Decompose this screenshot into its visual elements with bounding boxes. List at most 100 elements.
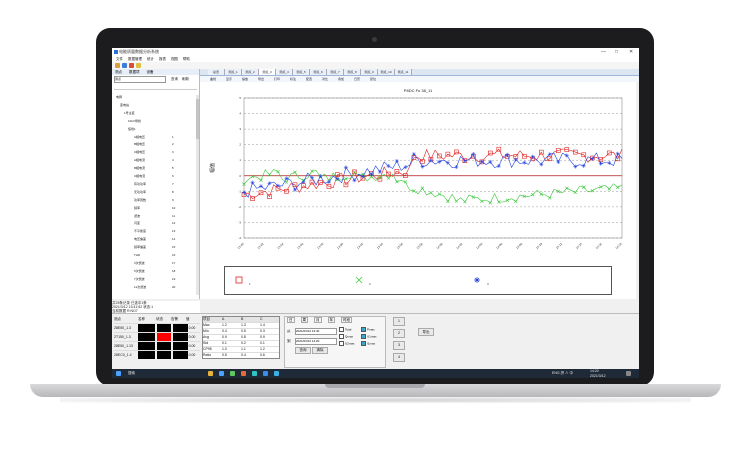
browser-icon[interactable] (219, 371, 224, 376)
close-button[interactable]: ✕ (629, 48, 633, 56)
tree-item[interactable]: THD (134, 253, 140, 258)
sidebar-query-button[interactable]: 查询 (171, 77, 178, 81)
tree-item[interactable]: A相电压 (134, 135, 145, 140)
checkbox[interactable] (339, 327, 344, 332)
check-row[interactable]: Pmax (361, 327, 375, 332)
side-button-2[interactable]: 3 (393, 341, 405, 350)
tree-item[interactable]: 有功功率 (134, 182, 146, 187)
tree-item[interactable]: 5次谐波 (134, 269, 145, 274)
tree-item[interactable]: 频率 (134, 206, 140, 211)
tree-item[interactable]: 谐波 (134, 214, 140, 219)
tree-item[interactable]: 无功功率 (134, 190, 146, 195)
tree-item[interactable]: B相电压 (134, 142, 145, 147)
checkbox[interactable] (361, 327, 366, 332)
tab-7[interactable]: 测点_7 (327, 69, 344, 75)
tab-9[interactable]: 测点_9 (361, 69, 378, 75)
query-tab[interactable]: 月 (314, 317, 322, 323)
tree-item[interactable]: 电压偏差 (134, 237, 146, 242)
app-icon-1[interactable] (230, 371, 235, 376)
query-tab[interactable]: 周 (300, 317, 308, 323)
time-to-input[interactable]: 2021/03/12 14:20 (295, 338, 337, 345)
table-row[interactable]: 28E50_1.3 0.00 (114, 323, 200, 332)
table-row[interactable]: 2T150_1.3 0.00 (114, 332, 200, 341)
query-tab[interactable]: 时段 (341, 317, 352, 323)
maximize-button[interactable]: □ (615, 48, 618, 56)
tree-scrollbar-thumb[interactable] (196, 99, 199, 139)
menu-report[interactable]: 报表 (159, 57, 166, 61)
checkbox[interactable] (339, 341, 344, 346)
side-button-0[interactable]: 1 (393, 317, 405, 326)
app-icon-2[interactable] (241, 371, 246, 376)
minimize-button[interactable]: — (601, 48, 606, 56)
tab-5[interactable]: 测点_5 (293, 69, 310, 75)
tab-11[interactable]: 测点_11 (395, 69, 412, 75)
open-icon[interactable] (115, 63, 120, 68)
checkbox[interactable] (361, 341, 366, 346)
clear-button[interactable]: 清除 (312, 347, 328, 354)
tree-item[interactable]: 3次谐波 (134, 261, 145, 266)
checkbox[interactable] (361, 334, 366, 339)
tab-1[interactable]: 测点_1 (225, 69, 242, 75)
tab-8[interactable]: 测点_8 (344, 69, 361, 75)
tree-item[interactable]: 频率偏差 (134, 245, 146, 250)
tree-item[interactable]: 11次谐波 (134, 285, 146, 290)
menu-file[interactable]: 文件 (116, 57, 123, 61)
tree-item[interactable]: 馈线1 (128, 127, 136, 132)
tree-item[interactable]: C相电流 (134, 174, 145, 179)
sidebar-tab-points[interactable]: 测点 (115, 70, 122, 74)
query-tab[interactable]: 日 (287, 317, 295, 323)
menu-view[interactable]: 视图 (171, 57, 178, 61)
sidebar-filter-select[interactable]: 测点 (114, 76, 166, 83)
tab-6[interactable]: 测点_6 (310, 69, 327, 75)
sidebar-search-row[interactable] (114, 83, 197, 90)
check-row[interactable]: Qmax (339, 334, 353, 339)
tree-item[interactable]: A相电流 (134, 158, 145, 163)
notification-icon[interactable] (626, 371, 631, 376)
tree-item[interactable]: C相电压 (134, 150, 145, 155)
table-row[interactable]: 28E50_1.13 0.00 (114, 341, 200, 350)
query-button[interactable]: 查询 (295, 347, 311, 354)
start-icon[interactable] (116, 371, 121, 376)
save-icon[interactable] (122, 63, 127, 68)
app-icon-4[interactable] (263, 371, 268, 376)
time-from-input[interactable]: 2021/03/12 13:40 (295, 328, 337, 335)
tab-4[interactable]: 测点_4 (276, 69, 293, 75)
sidebar-tab-items[interactable]: 数据项 (129, 70, 140, 74)
refresh-icon[interactable] (136, 63, 141, 68)
tree-item[interactable]: 1号主变 (124, 111, 135, 116)
check-row[interactable]: U1max (361, 334, 377, 339)
taskbar-search[interactable]: 搜索 (128, 369, 135, 378)
app-icon-3[interactable] (252, 371, 257, 376)
export-button[interactable]: 导出 (418, 328, 434, 336)
checkbox[interactable] (339, 334, 344, 339)
menu-help[interactable]: 帮助 (183, 57, 190, 61)
tab-10[interactable]: 测点_10 (378, 69, 395, 75)
tree-item[interactable]: 电网 (116, 95, 122, 100)
tree-item[interactable]: B相电流 (134, 166, 145, 171)
query-tab[interactable]: 年 (327, 317, 335, 323)
tab-2[interactable]: 测点_2 (242, 69, 259, 75)
tree-item[interactable]: 功率因数 (134, 198, 146, 203)
tab-3[interactable]: 测点_3 (259, 69, 276, 75)
side-button-1[interactable]: 2 (393, 329, 405, 338)
tree-item[interactable]: 10kV母线 (128, 119, 141, 124)
tree-item[interactable]: 闪变 (134, 221, 140, 226)
point-table-header-cell: 值 (186, 317, 190, 321)
table-row[interactable]: 28EC0_1.4 0.00 (114, 350, 200, 359)
sidebar-refresh-button[interactable]: 刷新 (182, 77, 189, 81)
side-button-3[interactable]: 4 (393, 353, 405, 362)
menu-data[interactable]: 数据管理 (128, 57, 142, 61)
sidebar-tab-devices[interactable]: 设备 (146, 70, 153, 74)
check-row[interactable]: Total (339, 327, 351, 332)
settings-icon[interactable] (129, 63, 134, 68)
data-point (496, 164, 501, 169)
app-icon-5[interactable] (274, 371, 279, 376)
check-row[interactable]: I1max (361, 341, 375, 346)
tree-item[interactable]: 不平衡度 (134, 229, 146, 234)
tree-item[interactable]: 7次谐波 (134, 277, 145, 282)
check-row[interactable]: U2max (339, 341, 355, 346)
menu-stats[interactable]: 统计 (147, 57, 154, 61)
tree-item[interactable]: 变电站 (120, 103, 129, 108)
explorer-icon[interactable] (208, 371, 213, 376)
tab-0[interactable]: 总览 (208, 69, 225, 75)
